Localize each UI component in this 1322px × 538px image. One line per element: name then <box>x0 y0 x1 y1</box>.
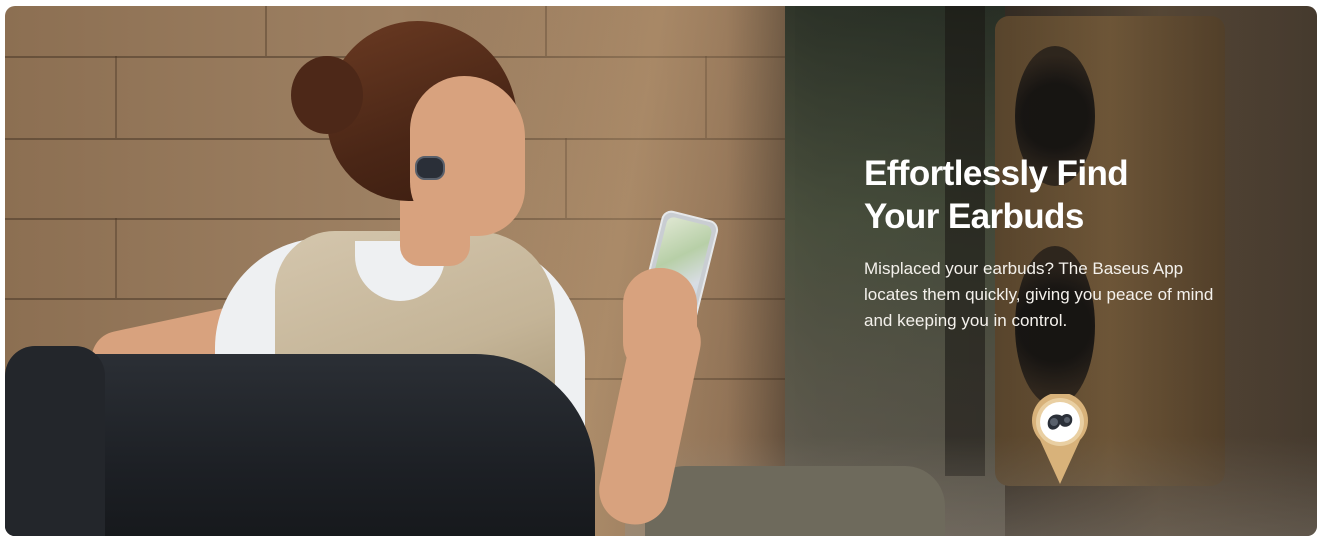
earbud-location-pin-icon <box>1032 394 1088 484</box>
description-text: Misplaced your earbuds? The Baseus App l… <box>864 259 1214 330</box>
woman-right-hand <box>623 268 697 378</box>
headline: Effortlessly Find Your Earbuds <box>864 154 1129 236</box>
woman-hair-bun <box>291 56 363 134</box>
earbud-icon <box>415 156 445 180</box>
sofa-arm <box>5 346 105 536</box>
woman-legs <box>645 466 945 536</box>
